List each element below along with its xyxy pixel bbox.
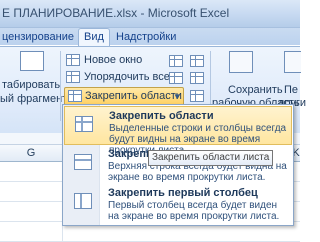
freeze-panes-label: Закрепить области: [85, 90, 182, 102]
split-icon[interactable]: [169, 55, 183, 67]
menu-item-freeze-panes[interactable]: Закрепить области Выделенные строки и ст…: [64, 106, 292, 156]
new-window-label: Новое окно: [84, 54, 143, 66]
switch-windows-button[interactable]: Пе други: [278, 49, 306, 109]
title-bar: Е ПЛАНИРОВАНИЕ.xlsx - Microsoft Excel: [0, 0, 300, 28]
switch-windows-icon: [284, 51, 301, 73]
reset-window-position-icon[interactable]: [190, 90, 204, 102]
freeze-panes-icon: [75, 116, 93, 132]
save-workspace-button[interactable]: Сохранить рабочую область: [212, 49, 300, 109]
freeze-top-row-icon: [74, 154, 92, 170]
zoom-icon: [20, 51, 44, 71]
column-header-g[interactable]: G: [0, 145, 63, 162]
zoom-selection-label-2: ый фрагмент: [0, 93, 68, 105]
chevron-down-icon: ▼: [173, 92, 181, 101]
tab-view[interactable]: Вид: [78, 28, 110, 47]
tab-addins[interactable]: Надстройки: [116, 29, 176, 45]
arrange-all-icon: [66, 71, 80, 83]
menu-item-freeze-first-column[interactable]: Закрепить первый столбец Первый столбец …: [64, 184, 292, 223]
menu-item-title: Закрепить первый столбец: [108, 187, 258, 199]
menu-item-title: Закрепить области: [109, 110, 214, 122]
save-workspace-icon: [229, 51, 253, 73]
new-window-icon: [66, 54, 80, 66]
ribbon-separator: [60, 51, 61, 121]
synchronous-scrolling-icon[interactable]: [190, 72, 204, 84]
hide-icon[interactable]: [169, 72, 183, 84]
new-window-button[interactable]: Новое окно: [66, 52, 184, 68]
tooltip: Закрепить области листа: [148, 150, 274, 166]
window-title: Е ПЛАНИРОВАНИЕ.xlsx - Microsoft Excel: [2, 6, 230, 20]
arrange-all-button[interactable]: Упорядочить все: [66, 69, 184, 85]
arrange-all-label: Упорядочить все: [84, 71, 170, 83]
menu-item-description: Первый столбец всегда будет виден на экр…: [108, 200, 280, 222]
ribbon-tab-row: цензирование Вид Надстройки: [0, 28, 300, 47]
zoom-selection-button[interactable]: табировать ый фрагмент: [0, 49, 67, 109]
tab-review[interactable]: цензирование: [2, 29, 74, 45]
freeze-panes-icon: [68, 90, 82, 102]
freeze-first-column-icon: [74, 193, 92, 209]
view-side-by-side-icon[interactable]: [190, 55, 204, 67]
